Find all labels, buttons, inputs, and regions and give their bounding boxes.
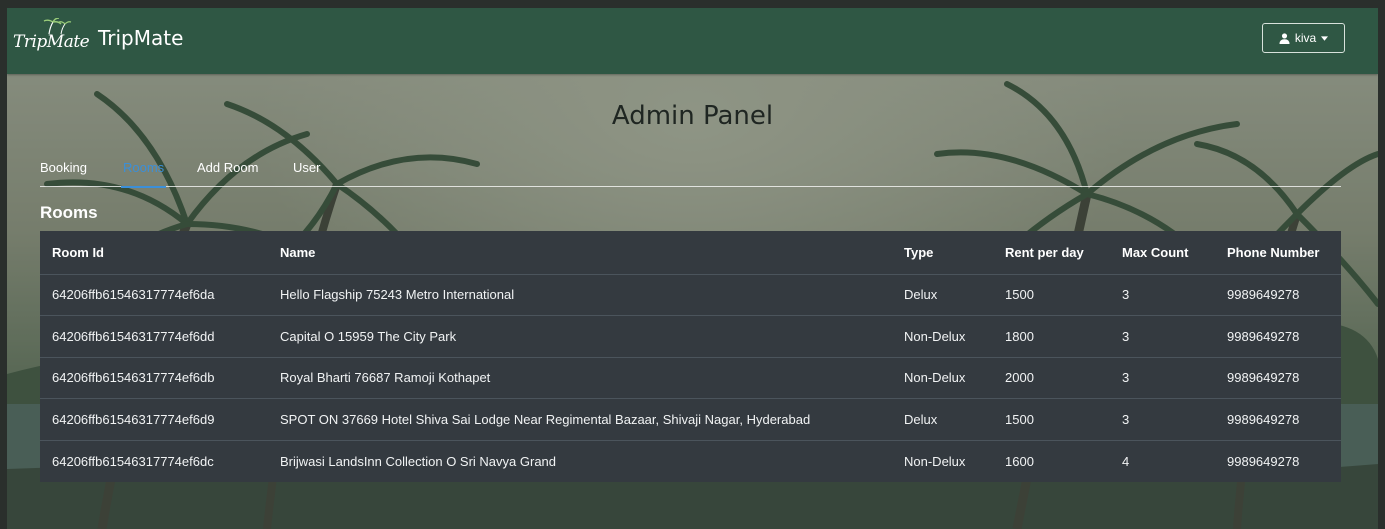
app-window: TripMate TripMate kiva Admin Panel Booki…	[7, 8, 1378, 529]
user-icon	[1279, 32, 1290, 44]
tab-booking[interactable]: Booking	[40, 160, 87, 175]
tab-add-room[interactable]: Add Room	[197, 160, 258, 175]
cell-type: Non-Delux	[892, 356, 993, 399]
cell-room-id: 64206ffb61546317774ef6d9	[40, 398, 268, 440]
table-row: 64206ffb61546317774ef6db Royal Bharti 76…	[40, 356, 1341, 399]
top-navbar: TripMate TripMate kiva	[7, 8, 1378, 74]
cell-room-id: 64206ffb61546317774ef6da	[40, 273, 268, 316]
cell-max-count: 3	[1110, 356, 1215, 399]
cell-max-count: 3	[1110, 398, 1215, 440]
cell-name: Hello Flagship 75243 Metro International	[268, 273, 892, 316]
cell-rent: 1800	[993, 315, 1110, 357]
table-row: 64206ffb61546317774ef6d9 SPOT ON 37669 H…	[40, 398, 1341, 440]
rooms-table: Room Id Name Type Rent per day Max Count…	[40, 231, 1341, 482]
cell-name: Capital O 15959 The City Park	[268, 315, 892, 357]
table-row: 64206ffb61546317774ef6dc Brijwasi LandsI…	[40, 439, 1341, 482]
table-header-row: Room Id Name Type Rent per day Max Count…	[40, 231, 1341, 275]
tab-rooms[interactable]: Rooms	[120, 160, 167, 188]
tab-user[interactable]: User	[293, 160, 320, 175]
cell-rent: 1500	[993, 273, 1110, 316]
cell-max-count: 3	[1110, 273, 1215, 316]
user-menu-button[interactable]: kiva	[1262, 23, 1345, 53]
page-title: Admin Panel	[611, 101, 774, 131]
cell-phone: 9989649278	[1215, 356, 1341, 399]
cell-type: Delux	[892, 273, 993, 316]
cell-name: SPOT ON 37669 Hotel Shiva Sai Lodge Near…	[268, 398, 892, 440]
header-type: Type	[892, 231, 993, 275]
cell-rent: 2000	[993, 356, 1110, 399]
table-row: 64206ffb61546317774ef6dd Capital O 15959…	[40, 315, 1341, 357]
caret-down-icon	[1321, 35, 1329, 41]
brand-name[interactable]: TripMate	[98, 26, 183, 50]
section-title: Rooms	[40, 203, 98, 222]
cell-rent: 1600	[993, 439, 1110, 482]
header-room-id: Room Id	[40, 231, 268, 275]
cell-name: Royal Bharti 76687 Ramoji Kothapet	[268, 356, 892, 399]
cell-phone: 9989649278	[1215, 315, 1341, 357]
cell-max-count: 3	[1110, 315, 1215, 357]
logo-wordmark: TripMate	[13, 32, 90, 52]
header-rent-per-day: Rent per day	[993, 231, 1110, 275]
cell-type: Non-Delux	[892, 439, 993, 482]
table-row: 64206ffb61546317774ef6da Hello Flagship …	[40, 273, 1341, 316]
cell-type: Delux	[892, 398, 993, 440]
cell-room-id: 64206ffb61546317774ef6dc	[40, 439, 268, 482]
cell-room-id: 64206ffb61546317774ef6db	[40, 356, 268, 399]
cell-rent: 1500	[993, 398, 1110, 440]
brand-logo[interactable]: TripMate	[13, 18, 95, 64]
cell-type: Non-Delux	[892, 315, 993, 357]
cell-phone: 9989649278	[1215, 439, 1341, 482]
cell-name: Brijwasi LandsInn Collection O Sri Navya…	[268, 439, 892, 482]
header-max-count: Max Count	[1110, 231, 1215, 275]
header-name: Name	[268, 231, 892, 275]
cell-room-id: 64206ffb61546317774ef6dd	[40, 315, 268, 357]
cell-max-count: 4	[1110, 439, 1215, 482]
admin-tabs: Booking Rooms Add Room User	[40, 158, 1341, 188]
cell-phone: 9989649278	[1215, 273, 1341, 316]
cell-phone: 9989649278	[1215, 398, 1341, 440]
header-phone-number: Phone Number	[1215, 231, 1341, 275]
user-name: kiva	[1294, 31, 1317, 45]
